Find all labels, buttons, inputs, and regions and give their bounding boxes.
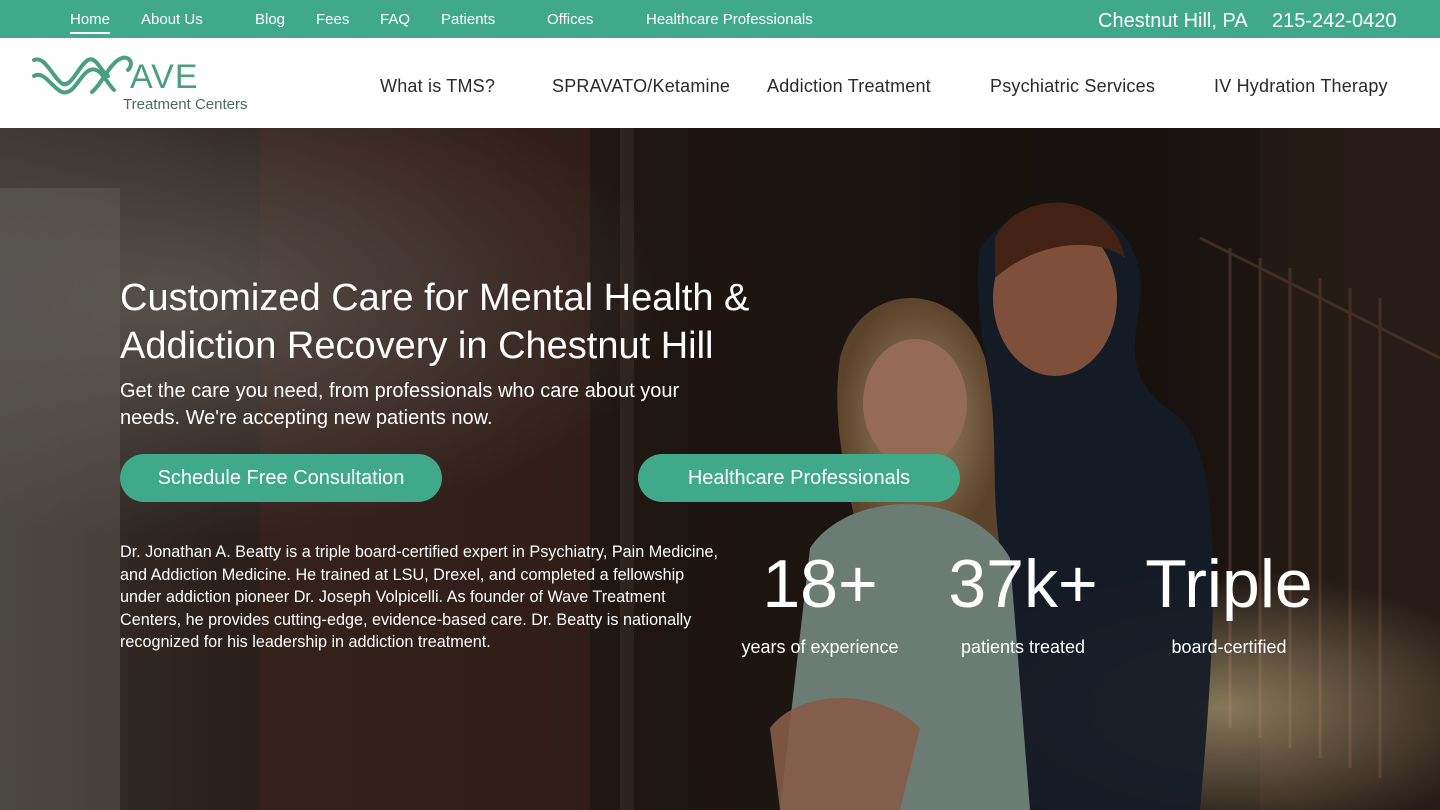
top-nav-fees[interactable]: Fees (316, 11, 349, 29)
logo[interactable]: AVE Treatment Centers (30, 52, 270, 116)
nav-spravato-ketamine[interactable]: SPRAVATO/Ketamine (552, 75, 730, 97)
stat-label: board-certified (1171, 637, 1287, 657)
top-nav-healthcare-professionals[interactable]: Healthcare Professionals (646, 11, 813, 29)
stat-label: patients treated (960, 637, 1086, 657)
main-header: AVE Treatment Centers What is TMS? SPRAV… (0, 38, 1440, 128)
top-nav-about-us[interactable]: About Us (141, 11, 203, 29)
nav-psychiatric-services[interactable]: Psychiatric Services (990, 75, 1155, 97)
top-nav-offices[interactable]: Offices (547, 11, 593, 29)
hero-title: Customized Care for Mental Health & Addi… (120, 277, 750, 367)
nav-addiction-treatment[interactable]: Addiction Treatment (767, 75, 931, 97)
logo-subtitle: Treatment Centers (123, 96, 248, 113)
stat-value: Triple (1145, 546, 1313, 622)
top-nav-home[interactable]: Home (70, 11, 111, 34)
stat-value: 18+ (762, 546, 878, 622)
top-nav-patients[interactable]: Patients (441, 11, 495, 29)
schedule-consultation-button[interactable]: Schedule Free Consultation (120, 454, 442, 502)
top-utility-bar: Home About Us Blog Fees FAQ Patients Off… (0, 0, 1440, 38)
nav-what-is-tms[interactable]: What is TMS? (380, 75, 495, 97)
hero-subtitle: Get the care you need, from professional… (120, 380, 680, 429)
logo-wordmark: AVE (130, 58, 199, 96)
stat-experience: 18+ years of experience (740, 548, 900, 658)
stat-label: years of experience (741, 637, 899, 657)
healthcare-professionals-button[interactable]: Healthcare Professionals (638, 454, 960, 502)
nav-iv-hydration-therapy[interactable]: IV Hydration Therapy (1214, 75, 1388, 97)
location-text: Chestnut Hill, PA (1098, 10, 1248, 32)
top-nav-blog[interactable]: Blog (255, 11, 285, 29)
phone-link[interactable]: 215-242-0420 (1272, 9, 1397, 33)
top-nav-faq[interactable]: FAQ (380, 11, 410, 29)
stat-board-certified: Triple board-certified (1138, 548, 1320, 658)
doctor-bio: Dr. Jonathan A. Beatty is a triple board… (120, 543, 719, 652)
hero-section: Customized Care for Mental Health & Addi… (0, 128, 1440, 810)
stat-value: 37k+ (948, 546, 1098, 622)
stat-patients: 37k+ patients treated (943, 548, 1103, 658)
